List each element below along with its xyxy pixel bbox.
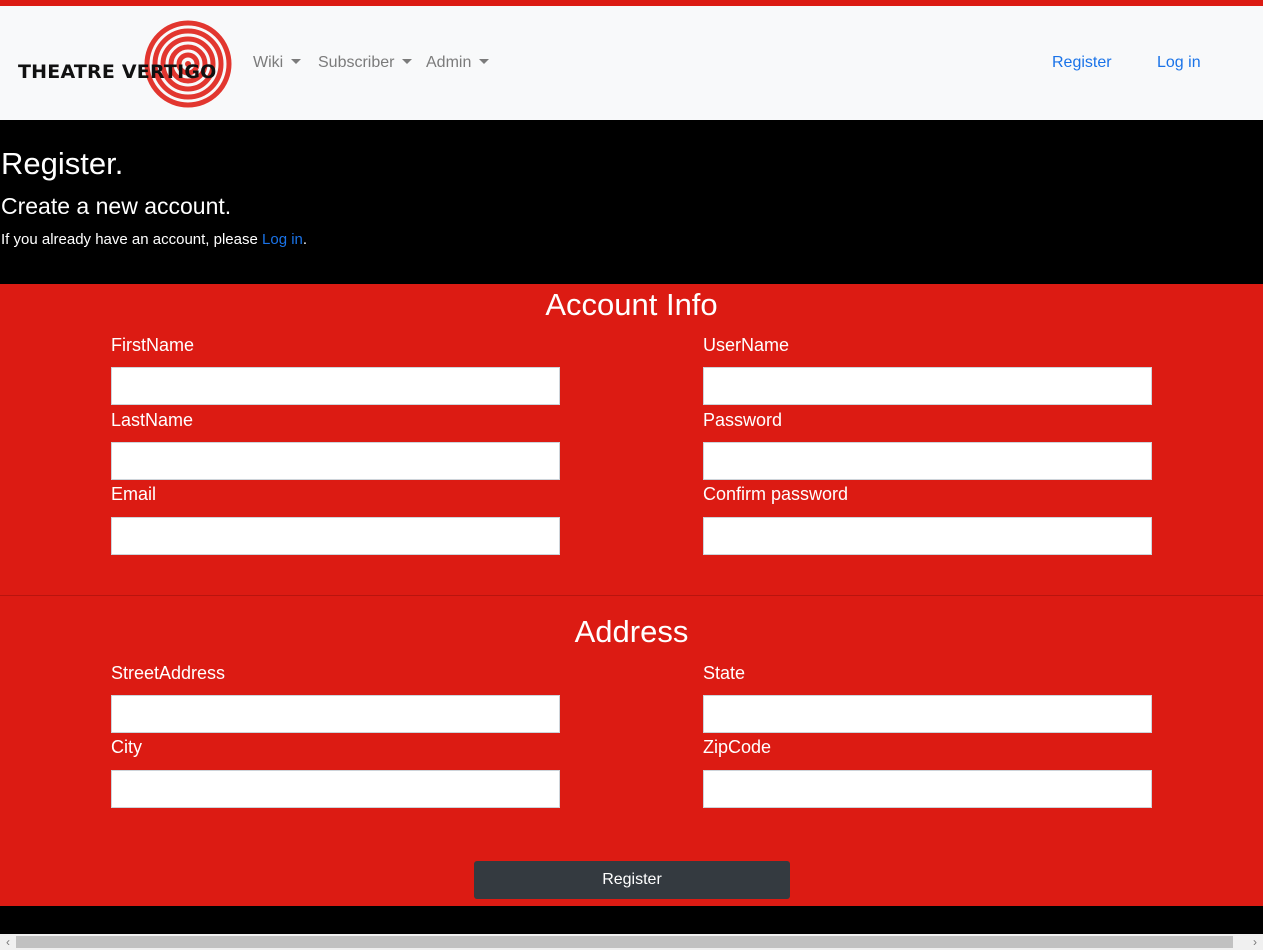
register-button[interactable]: Register	[474, 861, 790, 899]
login-notice-prefix: If you already have an account, please	[1, 231, 263, 248]
scrollbar-thumb[interactable]	[16, 936, 1233, 948]
street-address-label: StreetAddress	[111, 663, 226, 683]
scroll-right-icon[interactable]: ›	[1247, 934, 1263, 950]
confirm-password-label: Confirm password	[703, 484, 849, 504]
caret-down-icon	[402, 59, 413, 64]
login-notice-suffix: .	[302, 231, 308, 248]
caret-down-icon	[291, 59, 302, 64]
scroll-left-icon[interactable]: ‹	[0, 934, 16, 950]
nav-menu-wiki-label: Wiki	[253, 54, 284, 71]
brand-logo[interactable]: THEATRE VERTIGO	[14, 18, 232, 110]
page-subtitle: Create a new account.	[1, 193, 232, 219]
confirm-password-field[interactable]	[703, 517, 1152, 555]
footer	[0, 906, 1263, 934]
nav-menu-subscriber[interactable]: Subscriber	[318, 54, 413, 72]
section-divider	[0, 595, 1263, 596]
nav-register-link[interactable]: Register	[1052, 54, 1112, 72]
last-name-label: LastName	[111, 410, 194, 430]
password-field[interactable]	[703, 442, 1152, 480]
last-name-field[interactable]	[111, 442, 560, 480]
first-name-label: FirstName	[111, 335, 195, 355]
nav-login-link[interactable]: Log in	[1157, 54, 1201, 72]
caret-down-icon	[479, 59, 490, 64]
zip-code-label: ZipCode	[703, 737, 772, 757]
user-name-field[interactable]	[703, 367, 1152, 405]
nav-menu-admin-label: Admin	[426, 54, 472, 71]
state-label: State	[703, 663, 746, 683]
page-header: Register. Create a new account. If you a…	[0, 120, 1263, 284]
brand-logo-text: THEATRE VERTIGO	[18, 61, 217, 83]
nav-menu-admin[interactable]: Admin	[426, 54, 490, 72]
user-name-label: UserName	[703, 335, 790, 355]
street-address-field[interactable]	[111, 695, 560, 733]
login-notice-link[interactable]: Log in	[262, 231, 303, 248]
email-field[interactable]	[111, 517, 560, 555]
register-form: Account Info FirstName LastName Email Us…	[0, 284, 1263, 906]
city-label: City	[111, 737, 142, 757]
state-field[interactable]	[703, 695, 1152, 733]
nav-menu-wiki[interactable]: Wiki	[253, 54, 302, 72]
account-info-title: Account Info	[545, 287, 718, 322]
page-title: Register.	[1, 146, 124, 181]
horizontal-scrollbar[interactable]: ‹ ›	[0, 934, 1263, 950]
nav-menu-subscriber-label: Subscriber	[318, 54, 395, 71]
navbar: THEATRE VERTIGO Wiki Subscriber Admin Re…	[0, 6, 1263, 120]
password-label: Password	[703, 410, 783, 430]
address-title: Address	[574, 614, 689, 649]
first-name-field[interactable]	[111, 367, 560, 405]
city-field[interactable]	[111, 770, 560, 808]
login-notice: If you already have an account, please L…	[1, 231, 307, 248]
email-label: Email	[111, 484, 157, 504]
zip-code-field[interactable]	[703, 770, 1152, 808]
